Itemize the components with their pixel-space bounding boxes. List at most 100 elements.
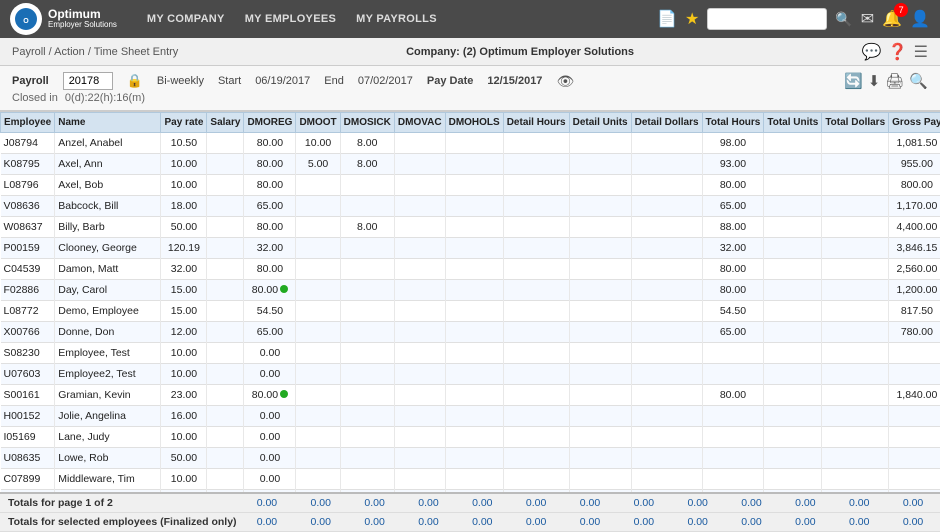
print-icon[interactable]: 🖨: [885, 72, 904, 90]
col-total-dollars: Total Dollars: [822, 113, 889, 133]
table-cell: [207, 133, 244, 154]
table-cell: [394, 385, 445, 406]
table-cell: 0.00: [244, 406, 296, 427]
table-cell: Jolie, Angelina: [55, 406, 161, 427]
table-cell: 80.00: [244, 217, 296, 238]
table-cell: [340, 280, 394, 301]
star-icon[interactable]: ★: [685, 9, 699, 29]
table-cell: [764, 154, 822, 175]
table-cell: 50.00: [161, 448, 207, 469]
table-cell: Lane, Judy: [55, 427, 161, 448]
table-cell: Anzel, Anabel: [55, 133, 161, 154]
table-cell: [207, 385, 244, 406]
table-cell: [503, 385, 569, 406]
payroll-number[interactable]: 20178: [63, 72, 113, 90]
filter-icon[interactable]: 🔍: [909, 72, 928, 90]
table-cell: 65.00: [244, 322, 296, 343]
table-cell: [340, 406, 394, 427]
table-cell: U08635: [1, 448, 55, 469]
table-cell: [569, 238, 631, 259]
table-cell: U07603: [1, 364, 55, 385]
total-value: 0.00: [402, 516, 456, 528]
download-icon[interactable]: ⬇: [868, 72, 881, 90]
search-input[interactable]: [707, 8, 827, 30]
table-cell: [822, 406, 889, 427]
nav-my-payrolls[interactable]: MY PAYROLLS: [356, 13, 437, 25]
closed-time: 0(d):22(h):16(m): [65, 92, 145, 104]
table-cell: [822, 343, 889, 364]
logo-text: Optimum Employer Solutions: [48, 8, 117, 30]
table-cell: 800.00: [889, 175, 940, 196]
table-cell: [503, 322, 569, 343]
table-cell: [569, 196, 631, 217]
table-cell: [631, 427, 702, 448]
menu-icon[interactable]: ☰: [914, 42, 928, 62]
nav-right: 📄 ★ 🔍 ✉ 🔔 7 👤: [657, 8, 930, 30]
table-cell: P00159: [1, 238, 55, 259]
table-cell: 80.00: [244, 154, 296, 175]
table-cell: [764, 280, 822, 301]
table-cell: 1,840.00: [889, 385, 940, 406]
col-employee: Employee: [1, 113, 55, 133]
table-cell: [764, 301, 822, 322]
table-cell: [631, 448, 702, 469]
mail-icon[interactable]: ✉: [861, 9, 874, 29]
table-cell: 0.00: [244, 448, 296, 469]
table-cell: Employee, Test: [55, 343, 161, 364]
table-cell: [445, 448, 503, 469]
lock-icon: 🔒: [127, 73, 143, 89]
table-cell: 88.00: [702, 217, 764, 238]
table-cell: [394, 406, 445, 427]
table-cell: 1,200.00: [889, 280, 940, 301]
document-icon[interactable]: 📄: [657, 9, 677, 29]
breadcrumb-icons: 💬 ❓ ☰: [862, 42, 928, 62]
table-cell: [889, 448, 940, 469]
table-cell: 12.00: [161, 322, 207, 343]
table-cell: 5.00: [296, 154, 340, 175]
table-cell: 10.00: [161, 364, 207, 385]
breadcrumb-bar: Payroll / Action / Time Sheet Entry Comp…: [0, 38, 940, 66]
table-cell: [445, 133, 503, 154]
table-cell: [503, 217, 569, 238]
table-cell: 0.00: [244, 364, 296, 385]
table-cell: [503, 406, 569, 427]
col-salary: Salary: [207, 113, 244, 133]
user-icon[interactable]: 👤: [910, 9, 930, 29]
table-cell: [394, 154, 445, 175]
table-cell: 15.00: [161, 301, 207, 322]
table-cell: [207, 217, 244, 238]
view-icon[interactable]: 👁: [556, 73, 574, 90]
table-cell: [889, 406, 940, 427]
svg-text:O: O: [23, 18, 29, 25]
payroll-action-icons: 🔄 ⬇ 🖨 🔍: [844, 72, 928, 90]
help-icon[interactable]: ❓: [888, 42, 908, 62]
table-cell: 0.00: [244, 427, 296, 448]
table-row: U08635Lowe, Rob50.000.00👤: [1, 448, 940, 469]
table-cell: [394, 238, 445, 259]
table-cell: [631, 175, 702, 196]
nav-my-company[interactable]: MY COMPANY: [147, 13, 225, 25]
refresh-icon[interactable]: 🔄: [844, 72, 863, 90]
chat-icon[interactable]: 💬: [862, 42, 882, 62]
nav-my-employees[interactable]: MY EMPLOYEES: [245, 13, 336, 25]
table-cell: [631, 280, 702, 301]
table-cell: [394, 448, 445, 469]
search-icon[interactable]: 🔍: [835, 11, 852, 28]
table-cell: [764, 469, 822, 490]
total-value: 0.00: [455, 516, 509, 528]
table-row: V08636Babcock, Bill18.0065.0065.001,170.…: [1, 196, 940, 217]
table-row: J08794Anzel, Anabel10.5080.0010.008.0098…: [1, 133, 940, 154]
notification-bell[interactable]: 🔔 7: [882, 9, 902, 29]
table-cell: [394, 259, 445, 280]
table-row: W08637Billy, Barb50.0080.008.0088.004,40…: [1, 217, 940, 238]
table-cell: 80.00: [244, 133, 296, 154]
table-cell: [296, 427, 340, 448]
table-cell: 23.00: [161, 385, 207, 406]
table-cell: Employee2, Test: [55, 364, 161, 385]
table-cell: [822, 427, 889, 448]
table-cell: [445, 364, 503, 385]
table-cell: [569, 343, 631, 364]
table-cell: [569, 385, 631, 406]
breadcrumb: Payroll / Action / Time Sheet Entry: [12, 46, 178, 58]
table-cell: [503, 259, 569, 280]
